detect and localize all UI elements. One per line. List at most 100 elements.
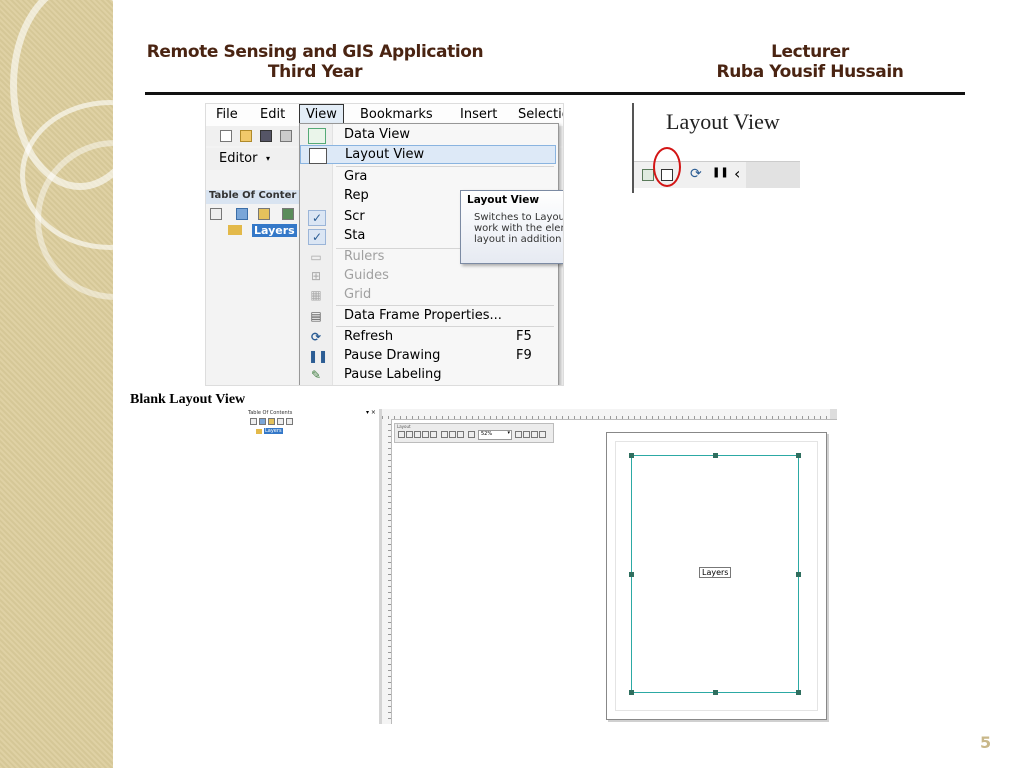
menu-item-grid[interactable]: ▦ Grid [300,286,556,305]
rulers-icon: ▭ [310,250,322,264]
table-of-contents-header: Table Of Conter [206,190,306,204]
zoom-value: 52% [481,431,493,437]
layout-toolbar-title: Layout [397,424,411,429]
list-by-selection-icon[interactable] [282,208,294,220]
menu-bookmarks[interactable]: Bookmarks [360,107,433,122]
menu-item-pause-labeling[interactable]: ✎ Pause Labeling [300,366,556,385]
pan-icon[interactable] [414,431,421,438]
horizontal-ruler [382,409,837,420]
menu-item-pause-drawing[interactable]: ❚❚ Pause Drawing F9 [300,347,556,366]
view-toggle-toolbar: ⟳ ❚❚ ‹ [634,147,800,188]
previous-extent-icon[interactable] [449,431,456,438]
next-extent-icon[interactable] [457,431,464,438]
resize-handle[interactable] [629,572,634,577]
data-view-icon[interactable] [642,169,654,181]
menu-item-data-view[interactable]: Data View [300,126,556,145]
menu-file[interactable]: File [216,107,238,122]
menu-separator [336,305,554,306]
menu-view[interactable]: View [299,104,344,125]
focus-data-frame-icon[interactable] [523,431,530,438]
resize-handle[interactable] [713,453,718,458]
menu-separator [336,166,554,167]
toc-panel-title: Table Of Contents [248,410,293,416]
menu-insert[interactable]: Insert [460,107,497,122]
header-divider [145,92,965,95]
menu-item-data-frame-properties[interactable]: ▤ Data Frame Properties... [300,307,556,326]
full-extent-icon[interactable] [422,431,429,438]
blank-layout-view-screenshot: Table Of Contents ▾ × Layers Layout 52% [246,409,837,724]
list-by-drawing-order-icon[interactable] [210,208,222,220]
chevron-down-icon: ▾ [507,430,510,436]
menu-item-graphs[interactable]: Gra [300,168,556,187]
change-layout-icon[interactable] [531,431,538,438]
menu-item-refresh[interactable]: ⟳ Refresh F5 [300,328,556,347]
toggle-draft-mode-icon[interactable] [515,431,522,438]
pause-icon: ❚❚ [308,349,329,363]
tooltip-title: Layout View [467,194,540,206]
fixed-zoom-out-icon[interactable] [441,431,448,438]
resize-handle[interactable] [713,690,718,695]
layers-label: Layers [264,428,283,434]
refresh-icon[interactable]: ⟳ [690,166,702,182]
zoom-percent-select[interactable]: 52% ▾ [478,430,512,440]
resize-handle[interactable] [796,453,801,458]
layout-view-icon [309,148,327,164]
page-number: 5 [980,733,992,752]
toc-mini-toolbar [250,418,300,426]
layout-toolbar: Layout 52% ▾ [394,423,554,443]
save-icon[interactable] [260,130,272,142]
zoom-out-icon[interactable] [406,431,413,438]
menu-selection[interactable]: Selection [518,107,563,122]
options-icon[interactable] [286,418,293,425]
course-year: Third Year [267,62,363,82]
tooltip-body: Switches to Layout view, which lets you … [474,212,563,245]
lecturer-title: Lecturer [771,42,849,62]
vertical-ruler [382,419,392,724]
resize-handle[interactable] [796,690,801,695]
list-by-source-icon[interactable] [259,418,266,425]
list-by-visibility-icon[interactable] [268,418,275,425]
list-by-source-icon[interactable] [236,208,248,220]
menu-edit[interactable]: Edit [260,107,285,122]
list-by-visibility-icon[interactable] [258,208,270,220]
fixed-zoom-in-icon[interactable] [430,431,437,438]
view-menu-screenshot: File Edit View Bookmarks Insert Selectio… [205,103,564,386]
resize-handle[interactable] [796,572,801,577]
close-icon[interactable]: ▾ × [366,409,376,416]
open-folder-icon[interactable] [240,130,252,142]
decorative-ring [35,140,195,300]
zoom-whole-page-icon[interactable] [468,431,475,438]
pause-labeling-icon: ✎ [310,368,322,382]
layers-icon [256,429,262,434]
check-icon: ✓ [308,229,326,245]
resize-handle[interactable] [629,690,634,695]
data-frame-label: Layers [699,567,732,578]
view-menu-dropdown: Data View Layout View Gra Rep ✓ Scr ✓ St… [299,123,563,385]
menu-item-guides[interactable]: ⊞ Guides [300,267,556,286]
data-view-icon [308,128,326,144]
print-icon[interactable] [280,130,292,142]
toc-panel: Table Of Contents ▾ × Layers [246,409,379,724]
layers-icon [228,225,242,235]
vertical-scrollbar[interactable] [830,409,837,419]
chevron-left-icon[interactable]: ‹ [734,164,740,183]
list-by-drawing-order-icon[interactable] [250,418,257,425]
layout-view-heading: Layout View [666,109,780,134]
layout-view-tooltip: Layout View Switches to Layout view, whi… [460,190,563,264]
data-frame[interactable]: Layers [629,453,801,695]
data-frame-properties-icon: ▤ [310,309,322,323]
new-document-icon[interactable] [220,130,232,142]
toc-toolbar [206,205,306,223]
refresh-icon: ⟳ [310,330,322,344]
menu-item-layout-view[interactable]: Layout View [300,145,556,164]
pause-icon[interactable]: ❚❚ [712,167,729,178]
chevron-down-icon: ▾ [266,154,271,163]
resize-handle[interactable] [629,453,634,458]
data-driven-pages-icon[interactable] [539,431,546,438]
course-title: Remote Sensing and GIS Application [146,42,484,62]
zoom-in-icon[interactable] [398,431,405,438]
guides-icon: ⊞ [310,269,322,283]
list-by-selection-icon[interactable] [277,418,284,425]
editor-dropdown[interactable]: Editor [219,151,257,166]
check-icon: ✓ [308,210,326,226]
